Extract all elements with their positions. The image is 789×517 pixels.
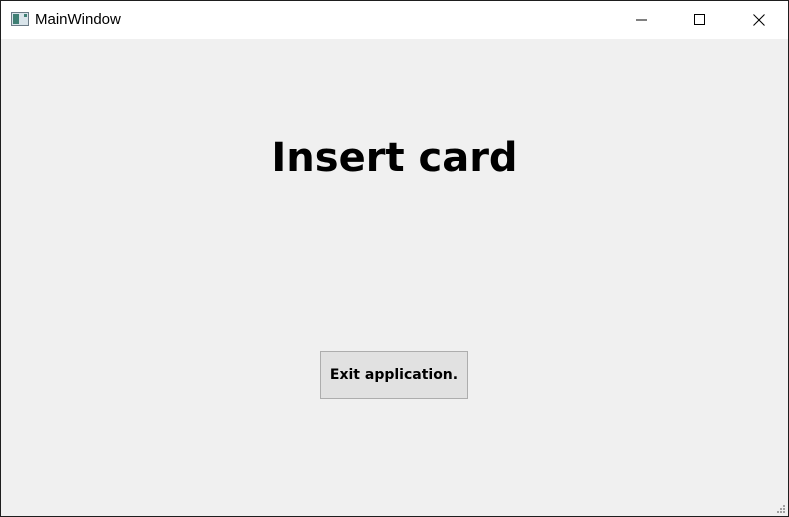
maximize-icon (694, 14, 705, 25)
minimize-button[interactable] (613, 1, 671, 39)
exit-application-button[interactable]: Exit application. (320, 351, 468, 399)
close-button[interactable] (730, 1, 788, 39)
maximize-button[interactable] (671, 1, 729, 39)
title-bar[interactable]: MainWindow (1, 1, 788, 39)
minimize-icon (636, 19, 647, 21)
close-icon (753, 14, 765, 26)
window-title: MainWindow (35, 11, 121, 28)
insert-card-heading: Insert card (271, 135, 518, 181)
app-window-icon (11, 12, 29, 26)
resize-grip-icon[interactable] (776, 504, 786, 514)
main-window: MainWindow Insert card Exit application. (0, 0, 789, 517)
